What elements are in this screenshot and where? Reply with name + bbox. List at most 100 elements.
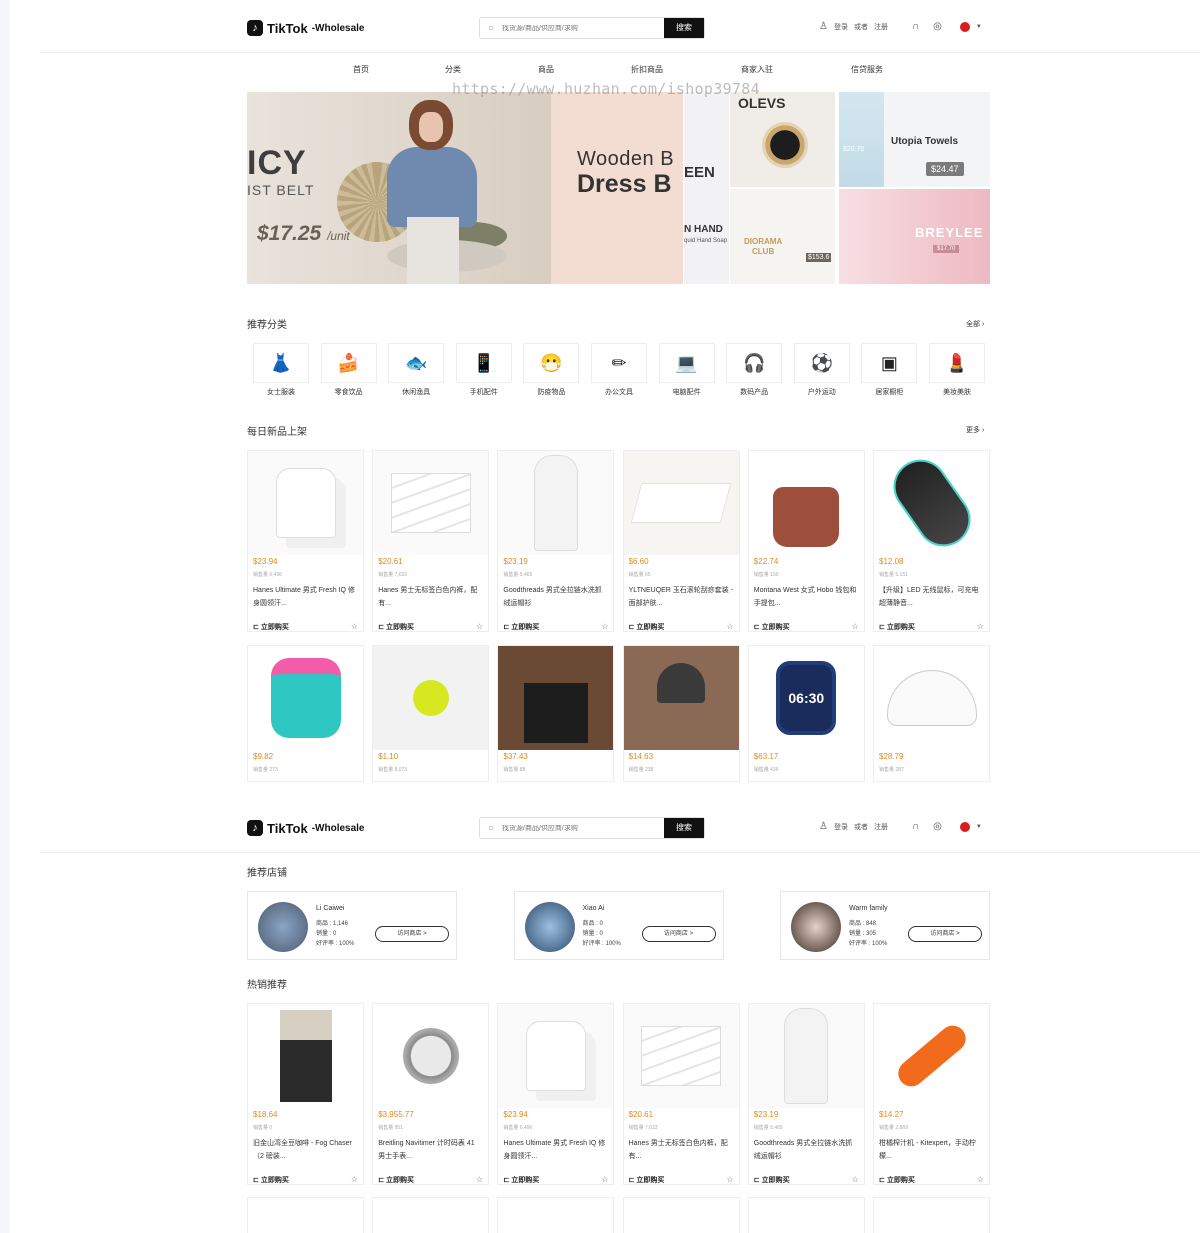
banner-belt[interactable]: ICY IST BELT $17.25 /unit bbox=[247, 92, 551, 284]
buy-now-button[interactable]: ⊏ 立即购买 bbox=[879, 622, 915, 631]
product-card[interactable]: $23.94 销售量 6,496 Hanes Ultimate 男式 Fresh I… bbox=[497, 1003, 615, 1185]
product-title[interactable]: Montana West 女式 Hobo 钱包和手提包... bbox=[754, 584, 859, 610]
product-card-partial[interactable] bbox=[622, 1197, 740, 1233]
product-card[interactable]: $14.27 销售量 2,869 柑橘榨汁机 - Kitexpert，手动柠檬...… bbox=[873, 1003, 990, 1185]
chat-icon[interactable]: ◎ bbox=[933, 821, 942, 832]
favorite-star-icon[interactable]: ☆ bbox=[601, 1175, 608, 1184]
nav-products[interactable]: 商品 bbox=[538, 64, 554, 75]
product-card[interactable]: $14.63销售量 238Loritta 2 件装冬季 bbox=[622, 645, 740, 782]
visit-shop-button[interactable]: 访问商店 > bbox=[641, 926, 716, 942]
product-title[interactable]: 【升级】LED 无线鼠标，可充电超薄静音... bbox=[879, 584, 984, 610]
product-card[interactable]: $3,955.77 销售量 951 Breitling Navitimer 计时码表… bbox=[372, 1003, 490, 1185]
product-card-partial[interactable] bbox=[747, 1197, 865, 1233]
category-item[interactable]: ▣ 居家橱柜 bbox=[861, 343, 919, 397]
product-card[interactable]: $18.64 销售量 0 旧金山湾全豆咖啡 - Fog Chaser（2 磅装...… bbox=[247, 1003, 364, 1185]
product-card-partial[interactable] bbox=[497, 1197, 615, 1233]
register-link[interactable]: 注册 bbox=[874, 822, 888, 832]
product-card[interactable]: $20.61 销售量 7,633 Hanes 男士无标签白色内裤，配有... ⊏ 立即… bbox=[622, 1003, 740, 1185]
hero-banner[interactable]: ICY IST BELT $17.25 /unit Wooden B Dress… bbox=[247, 92, 990, 284]
product-title[interactable]: Hanes 男士无标签白色内裤，配有... bbox=[629, 1137, 734, 1163]
headset-icon[interactable]: ∩ bbox=[912, 821, 919, 832]
product-title[interactable]: Hanes Ultimate 男式 Fresh IQ 修身圆领汗... bbox=[503, 1137, 608, 1163]
category-item[interactable]: 😷 防疫物品 bbox=[523, 343, 581, 397]
shop-card[interactable]: Xiao Ai 商品 : 0 销量 : 0 好评率 : 100% 访问商店 > bbox=[513, 891, 724, 960]
category-item[interactable]: 💻 电脑配件 bbox=[658, 343, 717, 397]
nav-merchant[interactable]: 商家入驻 bbox=[741, 64, 773, 75]
buy-now-button[interactable]: ⊏ 立即购买 bbox=[253, 1175, 289, 1184]
product-card[interactable]: $6.60 销售量 65 YLTNEUQER 玉石滚轮刮痧套装 - 面部护肤... ⊏… bbox=[622, 450, 740, 632]
buy-now-button[interactable]: ⊏ 立即购买 bbox=[879, 1175, 915, 1184]
banner-wooden[interactable]: Wooden B Dress B bbox=[551, 92, 683, 284]
product-card[interactable]: 06:30$63.17销售量 436女士智能手表(接听/拨 bbox=[747, 645, 865, 782]
product-card[interactable]: $22.74 销售量 150 Montana West 女式 Hobo 钱包和手提包… bbox=[747, 450, 865, 632]
all-categories-link[interactable]: 全部 › bbox=[966, 319, 984, 329]
buy-now-button[interactable]: ⊏ 立即购买 bbox=[629, 622, 665, 631]
favorite-star-icon[interactable]: ☆ bbox=[726, 622, 733, 631]
favorite-star-icon[interactable]: ☆ bbox=[351, 622, 358, 631]
buy-now-button[interactable]: ⊏ 立即购买 bbox=[629, 1175, 665, 1184]
banner-breylee[interactable]: BREYLEE $17.70 bbox=[839, 189, 990, 284]
product-title[interactable]: Goodthreads 男式全拉链水洗抓绒运帽衫 bbox=[503, 584, 608, 610]
buy-now-button[interactable]: ⊏ 立即购买 bbox=[378, 622, 414, 631]
nav-credit[interactable]: 信贷服务 bbox=[851, 64, 883, 75]
china-flag-icon[interactable] bbox=[959, 821, 970, 832]
favorite-star-icon[interactable]: ☆ bbox=[476, 622, 483, 631]
buy-now-button[interactable]: ⊏ 立即购买 bbox=[754, 1175, 790, 1184]
product-title[interactable]: 柑橘榨汁机 - Kitexpert，手动柠檬... bbox=[879, 1137, 984, 1163]
buy-now-button[interactable]: ⊏ 立即购买 bbox=[503, 622, 539, 631]
product-title[interactable]: YLTNEUQER 玉石滚轮刮痧套装 - 面部护肤... bbox=[629, 584, 734, 610]
favorite-star-icon[interactable]: ☆ bbox=[852, 1175, 859, 1184]
favorite-star-icon[interactable]: ☆ bbox=[852, 622, 859, 631]
chevron-down-icon[interactable]: ▼ bbox=[976, 24, 982, 30]
banner-towels[interactable]: Utopia Towels $24.47 bbox=[884, 92, 990, 187]
buy-now-button[interactable]: ⊏ 立即购买 bbox=[503, 1175, 539, 1184]
favorite-star-icon[interactable]: ☆ bbox=[476, 1175, 483, 1184]
logo[interactable]: ♪ TikTok -Wholesale bbox=[247, 820, 365, 836]
china-flag-icon[interactable] bbox=[959, 21, 970, 32]
product-card[interactable]: $23.19 销售量 5,465 Goodthreads 男式全拉链水洗抓绒运帽衫 ⊏… bbox=[747, 1003, 865, 1185]
search-input[interactable] bbox=[502, 24, 664, 32]
visit-shop-button[interactable]: 访问商店 > bbox=[908, 926, 982, 942]
product-card[interactable]: $23.94 销售量 6,496 Hanes Ultimate 男式 Fresh I… bbox=[247, 450, 364, 632]
category-item[interactable]: 💄 美妆美肤 bbox=[929, 343, 987, 397]
search-button[interactable]: 搜索 bbox=[664, 18, 704, 38]
category-item[interactable]: 🎧 数码产品 bbox=[726, 343, 784, 397]
banner-soap[interactable]: EEN N HAND quid Hand Soap bbox=[684, 92, 729, 284]
nav-home[interactable]: 首页 bbox=[353, 64, 369, 75]
buy-now-button[interactable]: ⊏ 立即购买 bbox=[754, 622, 790, 631]
product-card[interactable]: $1.10销售量 8,073无论如何练习高尔夫球 bbox=[372, 645, 490, 782]
product-card-partial[interactable] bbox=[372, 1197, 490, 1233]
product-card[interactable]: $28.79销售量 287Puma 女款 Evercat 跑 bbox=[873, 645, 990, 782]
product-title[interactable]: Breitling Navitimer 计时码表 41 男士手表... bbox=[378, 1137, 483, 1163]
chat-icon[interactable]: ◎ bbox=[933, 21, 942, 32]
shop-card[interactable]: Li Caiwei 商品 : 1,146 销量 : 0 好评率 : 100% 访问商店 … bbox=[247, 891, 457, 960]
chevron-down-icon[interactable]: ▼ bbox=[976, 824, 982, 830]
product-card[interactable]: $20.61 销售量 7,633 Hanes 男士无标签白色内裤，配有... ⊏ 立即… bbox=[372, 450, 490, 632]
category-item[interactable]: ⚽ 户外运动 bbox=[793, 343, 852, 397]
visit-shop-button[interactable]: 访问商店 > bbox=[375, 926, 449, 942]
product-title[interactable]: Goodthreads 男式全拉链水洗抓绒运帽衫 bbox=[754, 1137, 859, 1163]
product-card[interactable]: $37.43销售量 88COOFANDY 男式 3 条 bbox=[497, 645, 615, 782]
favorite-star-icon[interactable]: ☆ bbox=[977, 622, 984, 631]
nav-categories[interactable]: 分类 bbox=[445, 64, 461, 75]
daily-new-more-link[interactable]: 更多 › bbox=[966, 425, 984, 435]
login-link[interactable]: 登录 bbox=[834, 22, 848, 32]
product-card[interactable]: $23.19 销售量 5,465 Goodthreads 男式全拉链水洗抓绒运帽衫 ⊏… bbox=[497, 450, 615, 632]
favorite-star-icon[interactable]: ☆ bbox=[601, 622, 608, 631]
search-input[interactable] bbox=[502, 824, 664, 832]
category-item[interactable]: 🐟 休闲渔具 bbox=[388, 343, 446, 397]
headset-icon[interactable]: ∩ bbox=[912, 21, 919, 32]
product-title[interactable]: 旧金山湾全豆咖啡 - Fog Chaser（2 磅装... bbox=[253, 1137, 358, 1163]
nav-discount[interactable]: 折扣商品 bbox=[631, 64, 663, 75]
category-item[interactable]: 👗 女士服装 bbox=[253, 343, 311, 397]
banner-diorama[interactable]: DIORAMA CLUB $153.6 bbox=[730, 189, 835, 284]
shop-card[interactable]: Warm family 商品 : 848 销量 : 305 好评率 : 100% 访问商… bbox=[780, 891, 990, 960]
login-link[interactable]: 登录 bbox=[834, 822, 848, 832]
product-card[interactable]: $12.08 销售量 5,151 【升级】LED 无线鼠标，可充电超薄静音... ⊏ … bbox=[873, 450, 990, 632]
category-item[interactable]: 📱 手机配件 bbox=[455, 343, 514, 397]
register-link[interactable]: 注册 bbox=[874, 22, 888, 32]
favorite-star-icon[interactable]: ☆ bbox=[351, 1175, 358, 1184]
product-card[interactable]: $9.82销售量 273Cixan 小号 Pop 独 bbox=[247, 645, 364, 782]
logo[interactable]: ♪ TikTok -Wholesale bbox=[247, 20, 365, 36]
product-card-partial[interactable] bbox=[247, 1197, 364, 1233]
